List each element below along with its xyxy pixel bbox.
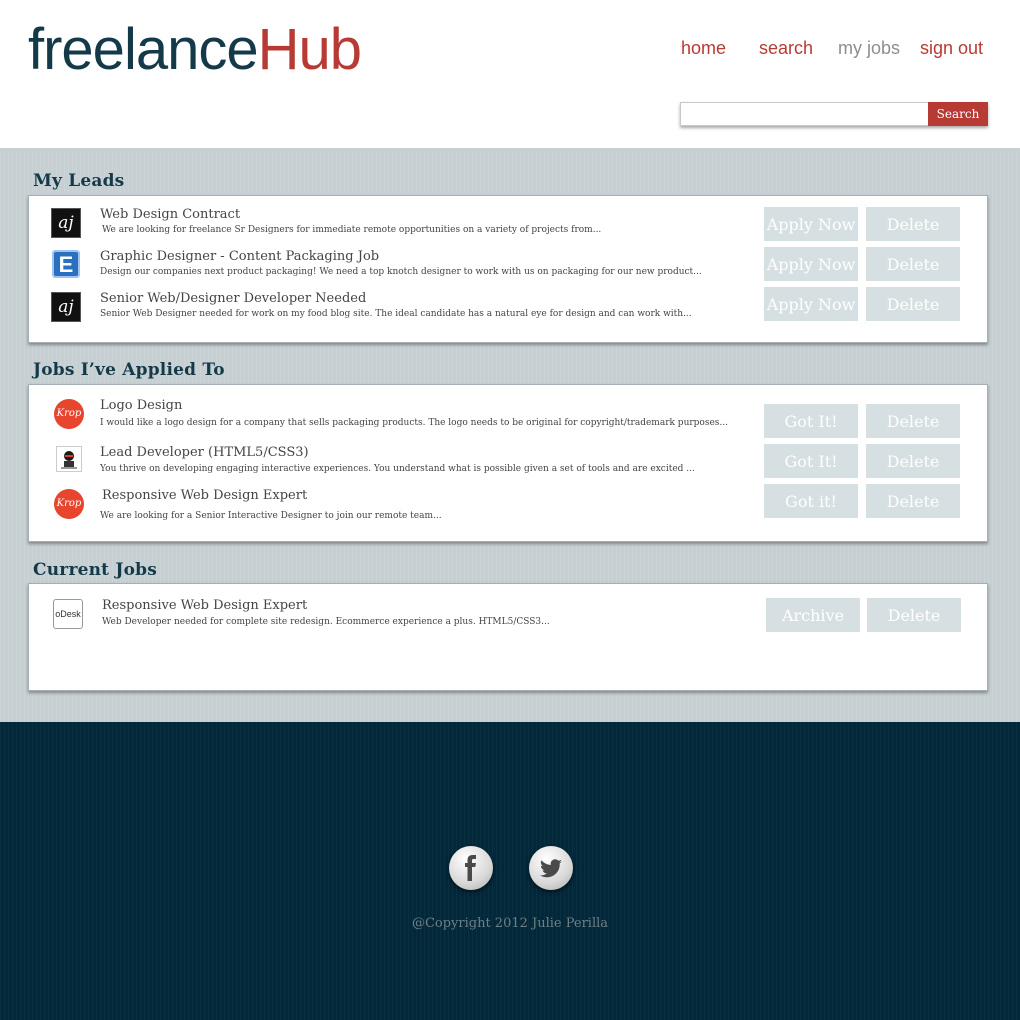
nav-search[interactable]: search xyxy=(759,38,813,59)
main-nav: home search my jobs sign out xyxy=(0,38,1020,64)
aj-logo-icon: aj xyxy=(51,208,81,238)
facebook-icon[interactable] xyxy=(449,846,493,890)
delete-button[interactable]: Delete xyxy=(866,287,960,321)
job-title[interactable]: Web Design Contract xyxy=(100,207,240,222)
panel-my-leads: aj Web Design Contract We are looking fo… xyxy=(28,195,988,343)
job-title[interactable]: Responsive Web Design Expert xyxy=(102,598,307,613)
lead-row[interactable]: aj Web Design Contract We are looking fo… xyxy=(29,204,987,244)
search-input[interactable] xyxy=(680,102,928,126)
main-content: My Leads aj Web Design Contract We are l… xyxy=(0,148,1020,722)
search-button[interactable]: Search xyxy=(928,102,988,126)
copyright: @Copyright 2012 Julie Perilla xyxy=(411,916,609,931)
job-description: We are looking for a Senior Interactive … xyxy=(100,511,442,521)
header: freelanceHub home search my jobs sign ou… xyxy=(0,0,1020,148)
job-title[interactable]: Logo Design xyxy=(100,398,182,413)
job-title[interactable]: Graphic Designer - Content Packaging Job xyxy=(100,249,379,264)
aj-logo-icon: aj xyxy=(51,292,81,322)
job-description: Design our companies next product packag… xyxy=(100,267,702,277)
apply-now-button[interactable]: Apply Now xyxy=(764,247,858,281)
job-title[interactable]: Senior Web/Designer Developer Needed xyxy=(100,291,366,306)
job-title[interactable]: Lead Developer (HTML5/CSS3) xyxy=(100,445,309,460)
search-bar: Search xyxy=(680,102,988,126)
lead-row[interactable]: E Graphic Designer - Content Packaging J… xyxy=(29,246,987,286)
panel-current-jobs: oDesk Responsive Web Design Expert Web D… xyxy=(28,583,988,691)
section-title-jobs-applied: Jobs I’ve Applied To xyxy=(33,360,225,380)
delete-button[interactable]: Delete xyxy=(866,247,960,281)
job-description: Web Developer needed for complete site r… xyxy=(102,617,550,627)
krop-logo-icon: Krop xyxy=(54,399,84,429)
job-description: We are looking for freelance Sr Designer… xyxy=(102,225,602,235)
job-description: You thrive on developing engaging intera… xyxy=(100,464,695,474)
job-title[interactable]: Responsive Web Design Expert xyxy=(102,488,307,503)
nav-my-jobs[interactable]: my jobs xyxy=(838,38,900,59)
elance-logo-icon: E xyxy=(52,250,80,278)
applied-row[interactable]: Krop Responsive Web Design Expert We are… xyxy=(29,484,987,527)
applied-row[interactable]: Krop Logo Design I would like a logo des… xyxy=(29,397,987,438)
krop-logo-icon: Krop xyxy=(54,489,84,519)
got-it-button[interactable]: Got It! xyxy=(764,444,858,478)
applied-row[interactable]: Lead Developer (HTML5/CSS3) You thrive o… xyxy=(29,443,987,483)
twitter-icon[interactable] xyxy=(529,846,573,890)
apply-now-button[interactable]: Apply Now xyxy=(764,287,858,321)
job-description: Senior Web Designer needed for work on m… xyxy=(100,309,692,319)
delete-button[interactable]: Delete xyxy=(866,444,960,478)
nav-sign-out[interactable]: sign out xyxy=(920,38,983,59)
footer: @Copyright 2012 Julie Perilla xyxy=(0,722,1020,1020)
panel-jobs-applied: Krop Logo Design I would like a logo des… xyxy=(28,384,988,542)
odesk-logo-icon: oDesk xyxy=(53,599,83,629)
archive-button[interactable]: Archive xyxy=(766,598,860,632)
got-it-button[interactable]: Got It! xyxy=(764,404,858,438)
lead-row[interactable]: aj Senior Web/Designer Developer Needed … xyxy=(29,287,987,328)
ninja-logo-icon xyxy=(56,446,82,472)
apply-now-button[interactable]: Apply Now xyxy=(764,207,858,241)
current-job-row[interactable]: oDesk Responsive Web Design Expert Web D… xyxy=(29,596,987,636)
section-title-current-jobs: Current Jobs xyxy=(33,560,157,580)
got-it-button[interactable]: Got it! xyxy=(764,484,858,518)
section-title-my-leads: My Leads xyxy=(33,171,125,191)
nav-home[interactable]: home xyxy=(681,38,726,59)
delete-button[interactable]: Delete xyxy=(866,484,960,518)
job-description: I would like a logo design for a company… xyxy=(100,418,728,428)
delete-button[interactable]: Delete xyxy=(866,404,960,438)
delete-button[interactable]: Delete xyxy=(867,598,961,632)
delete-button[interactable]: Delete xyxy=(866,207,960,241)
